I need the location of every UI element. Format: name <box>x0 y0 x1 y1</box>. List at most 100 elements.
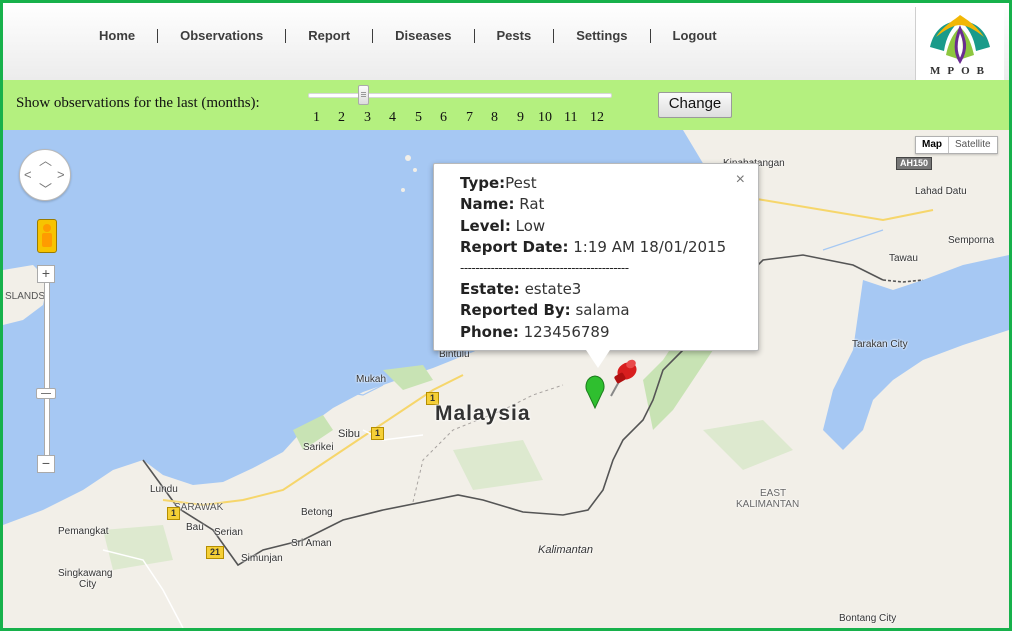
slider-tick: 6 <box>440 110 447 125</box>
road-shield: 21 <box>206 546 225 559</box>
info-name-row: Name: Rat <box>460 194 726 215</box>
map-canvas[interactable]: SLANDS Bintulu Mukah Sibu Sarikei Betong… <box>3 130 1009 628</box>
map-label-tawau: Tawau <box>889 253 918 264</box>
map-label-pemangkat: Pemangkat <box>58 526 109 537</box>
nav-separator <box>473 28 475 43</box>
months-slider-track[interactable] <box>308 93 612 98</box>
slider-ticks: 1 2 3 4 5 6 7 8 9 10 11 12 <box>306 110 616 128</box>
info-name-value: Rat <box>514 195 545 214</box>
slider-tick: 2 <box>338 110 345 125</box>
main-nav: Home Observations Report Diseases Pests … <box>99 28 717 43</box>
zoom-slider-track[interactable] <box>44 270 50 468</box>
close-icon[interactable]: × <box>736 172 745 188</box>
info-phone-label: Phone: <box>460 322 519 341</box>
map-label-sarikei: Sarikei <box>303 442 334 453</box>
info-type-value: Pest <box>505 174 537 192</box>
info-estate-row: Estate: estate3 <box>460 279 726 300</box>
info-name-label: Name: <box>460 195 515 214</box>
pan-left-icon[interactable]: < <box>24 168 32 181</box>
info-estate-value: estate3 <box>519 280 582 299</box>
road-shield: 1 <box>371 427 385 440</box>
info-type-row: Type:Pest <box>460 173 726 194</box>
map-label-simunjan: Simunjan <box>241 553 283 564</box>
info-date-row: Report Date: 1:19 AM 18/01/2015 <box>460 237 726 258</box>
info-window: × Type:Pest Name: Rat Level: Low Report … <box>433 163 759 368</box>
map-label-bontang: Bontang City <box>839 613 897 624</box>
nav-separator <box>285 28 287 43</box>
map-label-east-kalimantan: KALIMANTAN <box>736 499 800 510</box>
app-frame: Home Observations Report Diseases Pests … <box>0 0 1012 631</box>
map-label-lundu: Lundu <box>150 484 178 495</box>
info-level-value: Low <box>510 216 546 235</box>
slider-tick: 9 <box>517 110 524 125</box>
pan-control[interactable]: ︿ ﹀ < > <box>19 149 71 201</box>
info-separator: ----------------------------------------… <box>460 261 629 276</box>
map-label-lahad-datu: Lahad Datu <box>915 186 967 197</box>
info-type-label: Type: <box>460 174 506 192</box>
pan-down-icon[interactable]: ﹀ <box>39 183 52 196</box>
filter-label: Show observations for the last (months): <box>16 95 260 111</box>
map-label-betong: Betong <box>301 507 333 518</box>
info-window-body: Type:Pest Name: Rat Level: Low Report Da… <box>460 173 726 343</box>
nav-separator <box>372 28 374 43</box>
slider-tick: 11 <box>564 110 578 125</box>
map-label-islands: SLANDS <box>5 291 46 302</box>
info-estate-label: Estate: <box>460 280 520 299</box>
country-label: Malaysia <box>435 402 531 425</box>
map-label-kalimantan: Kalimantan <box>538 544 594 556</box>
map-type-control: Map Satellite <box>915 136 998 154</box>
slider-tick: 5 <box>415 110 422 125</box>
info-date-label: Report Date: <box>460 237 569 256</box>
zoom-out-button[interactable]: − <box>37 455 55 473</box>
map-label-mukah: Mukah <box>356 374 387 385</box>
map-type-map[interactable]: Map <box>916 137 949 153</box>
palm-logo-icon <box>930 15 990 64</box>
map-label-east: EAST <box>760 488 787 499</box>
map-label-serian: Serian <box>214 527 243 538</box>
logo-text: MPOB <box>930 65 991 77</box>
slider-tick: 8 <box>491 110 498 125</box>
filter-bar: Show observations for the last (months):… <box>3 80 1009 130</box>
map-label-sarawak: SARAWAK <box>174 502 224 513</box>
nav-observations[interactable]: Observations <box>180 28 263 43</box>
info-phone-value: 123456789 <box>518 322 610 341</box>
header: Home Observations Report Diseases Pests … <box>3 3 1009 80</box>
nav-logout[interactable]: Logout <box>673 28 717 43</box>
map-label-sri-aman: Sri Aman <box>291 538 332 549</box>
nav-separator <box>553 28 555 43</box>
nav-settings[interactable]: Settings <box>576 28 627 43</box>
months-slider-handle[interactable] <box>358 85 369 105</box>
nav-separator <box>649 28 651 43</box>
slider-tick: 10 <box>538 110 552 125</box>
map-label-singkawang-city: City <box>79 579 97 590</box>
mpob-logo: MPOB <box>915 7 1004 80</box>
change-button[interactable]: Change <box>658 92 732 118</box>
road-shield: 1 <box>167 507 181 520</box>
map-label-singkawang: Singkawang <box>58 568 113 579</box>
nav-report[interactable]: Report <box>308 28 350 43</box>
info-date-value: 1:19 AM 18/01/2015 <box>568 237 727 256</box>
info-level-row: Level: Low <box>460 216 726 237</box>
info-reported-row: Reported By: salama <box>460 300 726 321</box>
pan-up-icon[interactable]: ︿ <box>39 154 52 167</box>
pegman-icon[interactable] <box>37 219 57 253</box>
map-label-tarakan-city: Tarakan City <box>852 339 908 350</box>
pan-right-icon[interactable]: > <box>57 168 65 181</box>
slider-tick: 3 <box>364 110 371 125</box>
nav-diseases[interactable]: Diseases <box>395 28 451 43</box>
map-type-satellite[interactable]: Satellite <box>949 137 997 153</box>
slider-tick: 4 <box>389 110 396 125</box>
slider-tick: 1 <box>313 110 320 125</box>
nav-separator <box>157 28 159 43</box>
info-phone-row: Phone: 123456789 <box>460 322 726 343</box>
zoom-slider-handle[interactable] <box>36 388 56 399</box>
nav-home[interactable]: Home <box>99 28 135 43</box>
map-label-semporna: Semporna <box>948 235 995 246</box>
map-label-sibu: Sibu <box>338 428 361 440</box>
info-reported-label: Reported By: <box>460 301 571 320</box>
slider-tick: 7 <box>466 110 473 125</box>
zoom-in-button[interactable]: + <box>37 265 55 283</box>
road-shield: AH150 <box>896 157 933 170</box>
nav-pests[interactable]: Pests <box>497 28 532 43</box>
info-reported-value: salama <box>570 301 630 320</box>
